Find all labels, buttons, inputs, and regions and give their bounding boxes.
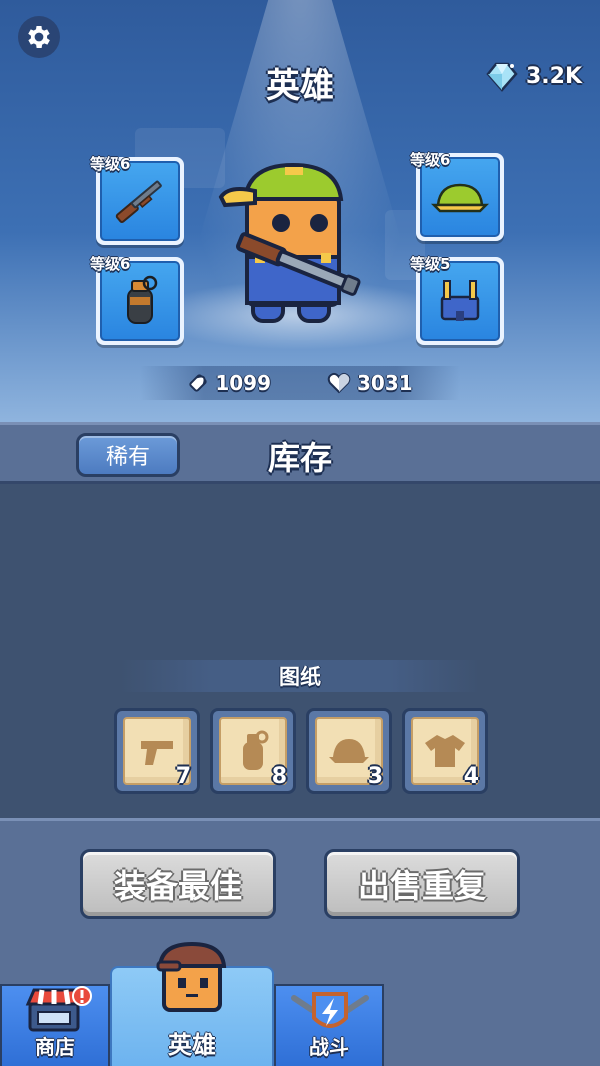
blueprints-heading: 图纸 — [120, 660, 480, 692]
gem-count: 3.2K — [525, 63, 582, 89]
blueprint-card[interactable]: 3 — [306, 708, 392, 794]
blueprint-count: 4 — [463, 764, 479, 789]
health-value: 3031 — [357, 371, 413, 395]
tab-label: 英雄 — [168, 1031, 216, 1059]
blueprints-label: 图纸 — [279, 665, 321, 689]
blueprint-count: 3 — [367, 764, 383, 789]
slot-level: 等级6 — [90, 155, 131, 173]
sell-duplicates-button[interactable]: 出售重复 — [324, 849, 520, 919]
gear-icon — [28, 26, 50, 48]
gem-counter[interactable]: 3.2K — [484, 60, 582, 92]
blueprint-count: 8 — [271, 764, 287, 789]
overalls-icon — [440, 280, 480, 321]
rarity-filter-button[interactable]: 稀有 — [76, 433, 180, 477]
blueprint-card[interactable]: 7 — [114, 708, 200, 794]
blueprint-card[interactable]: 8 — [210, 708, 296, 794]
weapon-slot[interactable]: 等级6 — [90, 155, 184, 245]
slot-level: 等级6 — [410, 151, 451, 169]
blueprint-count: 7 — [175, 764, 191, 789]
shirt-icon — [425, 735, 465, 767]
settings-button[interactable] — [18, 16, 60, 58]
grenade-icon — [243, 730, 269, 770]
attack-stat: 1099 — [187, 371, 271, 395]
hat-slot[interactable]: 等级6 — [410, 151, 504, 241]
cap-icon — [430, 183, 490, 213]
throwable-slot[interactable]: 等级6 — [90, 255, 184, 345]
equip-best-button[interactable]: 装备最佳 — [80, 849, 276, 919]
health-stat: 3031 — [327, 371, 413, 395]
blueprint-card[interactable]: 4 — [402, 708, 488, 794]
heart-shield-icon — [327, 372, 351, 394]
tab-hero[interactable]: 英雄 — [110, 942, 274, 1066]
grenade-icon — [127, 275, 158, 324]
battle-icon — [291, 992, 369, 1028]
inventory-header: 稀有 库存 — [0, 422, 600, 484]
pistol-icon — [141, 741, 173, 765]
hero-icon — [156, 942, 227, 1012]
hero-character[interactable] — [215, 155, 375, 335]
rifle-icon — [115, 180, 162, 224]
outfit-slot[interactable]: 等级5 — [410, 255, 504, 345]
inventory-panel: 图纸 7 8 3 4 — [0, 484, 600, 818]
hero-stage: 英雄 3.2K 等级6 等级6 等级6 等级5 1099 3031 — [0, 0, 600, 422]
cap-icon — [329, 739, 369, 763]
tab-label: 商店 — [35, 1035, 75, 1059]
action-bar: 装备最佳 出售重复 — [0, 818, 600, 968]
bullet-icon — [189, 374, 207, 392]
tab-battle[interactable]: 战斗 — [274, 984, 384, 1066]
tab-shop[interactable]: 商店 — [0, 984, 110, 1066]
bottom-tab-bar: 商店 英雄 战斗 — [0, 942, 600, 1066]
slot-level: 等级5 — [410, 255, 451, 273]
attack-value: 1099 — [215, 371, 271, 395]
hero-stats: 1099 3031 — [140, 366, 460, 400]
slot-level: 等级6 — [90, 255, 131, 273]
gem-icon — [486, 62, 518, 92]
shop-icon — [25, 986, 92, 1032]
